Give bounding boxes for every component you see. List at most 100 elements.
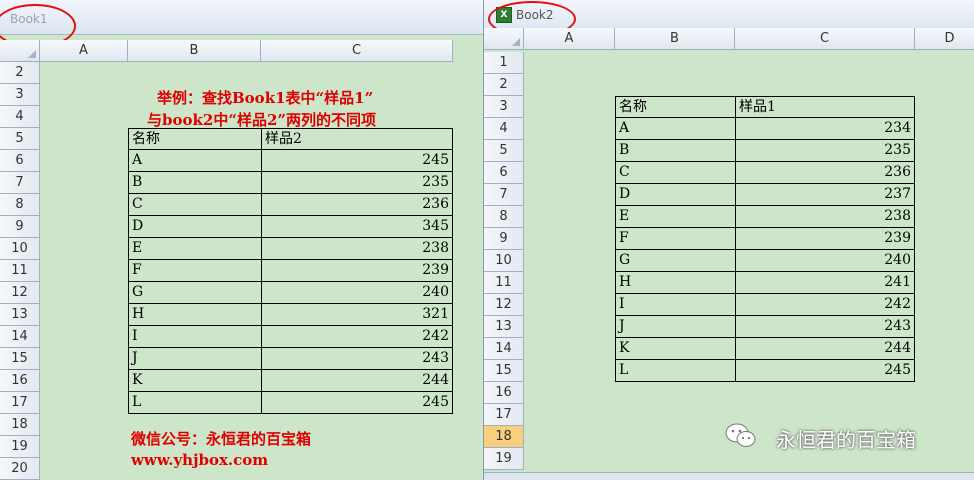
row-header-8[interactable]: 8 xyxy=(0,194,40,216)
column-header-d[interactable]: D xyxy=(915,28,974,50)
row-header-2[interactable]: 2 xyxy=(0,62,40,84)
table-cell-value[interactable]: 244 xyxy=(735,338,915,360)
table-cell-value[interactable]: 245 xyxy=(261,150,453,172)
table-cell-name[interactable]: C xyxy=(128,194,261,216)
select-all-corner[interactable] xyxy=(484,28,524,50)
table-cell-value[interactable]: 239 xyxy=(735,228,915,250)
column-header-a[interactable]: A xyxy=(524,28,615,50)
table-cell-name[interactable]: J xyxy=(128,348,261,370)
column-header-c[interactable]: C xyxy=(735,28,915,50)
row-header-11[interactable]: 11 xyxy=(484,272,524,294)
table-cell-name[interactable]: C xyxy=(615,162,735,184)
row-header-7[interactable]: 7 xyxy=(0,172,40,194)
row-header-1[interactable]: 1 xyxy=(484,52,524,74)
table-cell-value[interactable]: 238 xyxy=(735,206,915,228)
row-header-12[interactable]: 12 xyxy=(484,294,524,316)
row-header-11[interactable]: 11 xyxy=(0,260,40,282)
row-header-3[interactable]: 3 xyxy=(0,84,40,106)
sheet-tab-bar[interactable] xyxy=(484,472,974,480)
table-cell-value[interactable]: 242 xyxy=(261,326,453,348)
row-header-5[interactable]: 5 xyxy=(484,140,524,162)
table-header-value: 样品1 xyxy=(735,96,915,118)
row-header-6[interactable]: 6 xyxy=(0,150,40,172)
table-cell-value[interactable]: 235 xyxy=(735,140,915,162)
table-cell-name[interactable]: F xyxy=(128,260,261,282)
table-cell-value[interactable]: 243 xyxy=(261,348,453,370)
table-cell-name[interactable]: A xyxy=(615,118,735,140)
table-cell-name[interactable]: H xyxy=(615,272,735,294)
table-cell-name[interactable]: J xyxy=(615,316,735,338)
table-cell-name[interactable]: L xyxy=(128,392,261,414)
row-header-15[interactable]: 15 xyxy=(0,348,40,370)
row-header-8[interactable]: 8 xyxy=(484,206,524,228)
footer-website-link[interactable]: www.yhjbox.com xyxy=(131,451,268,469)
row-header-3[interactable]: 3 xyxy=(484,96,524,118)
row-header-10[interactable]: 10 xyxy=(0,238,40,260)
row-header-9[interactable]: 9 xyxy=(0,216,40,238)
row-header-13[interactable]: 13 xyxy=(0,304,40,326)
table-cell-name[interactable]: K xyxy=(615,338,735,360)
table-cell-value[interactable]: 241 xyxy=(735,272,915,294)
table-cell-value[interactable]: 321 xyxy=(261,304,453,326)
table-cell-value[interactable]: 243 xyxy=(735,316,915,338)
row-header-9[interactable]: 9 xyxy=(484,228,524,250)
row-header-19[interactable]: 19 xyxy=(484,448,524,470)
table-cell-value[interactable]: 234 xyxy=(735,118,915,140)
table-cell-value[interactable]: 236 xyxy=(261,194,453,216)
table-cell-value[interactable]: 236 xyxy=(735,162,915,184)
table-cell-name[interactable]: E xyxy=(128,238,261,260)
row-header-17[interactable]: 17 xyxy=(0,392,40,414)
table-cell-value[interactable]: 242 xyxy=(735,294,915,316)
table-cell-name[interactable]: B xyxy=(128,172,261,194)
table-cell-name[interactable]: F xyxy=(615,228,735,250)
wechat-icon xyxy=(725,423,756,447)
table-cell-value[interactable]: 240 xyxy=(735,250,915,272)
table-cell-name[interactable]: E xyxy=(615,206,735,228)
watermark-text: 永恒君的百宝箱 xyxy=(776,428,916,452)
row-header-7[interactable]: 7 xyxy=(484,184,524,206)
table-cell-name[interactable]: D xyxy=(128,216,261,238)
row-header-6[interactable]: 6 xyxy=(484,162,524,184)
row-header-18[interactable]: 18 xyxy=(0,414,40,436)
table-cell-value[interactable]: 237 xyxy=(735,184,915,206)
column-header-c[interactable]: C xyxy=(261,40,453,62)
row-header-18[interactable]: 18 xyxy=(484,426,524,448)
table-cell-value[interactable]: 235 xyxy=(261,172,453,194)
table-cell-name[interactable]: A xyxy=(128,150,261,172)
row-header-4[interactable]: 4 xyxy=(484,118,524,140)
column-header-b[interactable]: B xyxy=(128,40,261,62)
column-header-a[interactable]: A xyxy=(40,40,128,62)
table-cell-value[interactable]: 245 xyxy=(735,360,915,382)
row-header-14[interactable]: 14 xyxy=(484,338,524,360)
row-header-10[interactable]: 10 xyxy=(484,250,524,272)
table-cell-name[interactable]: H xyxy=(128,304,261,326)
row-header-20[interactable]: 20 xyxy=(0,458,40,480)
table-cell-name[interactable]: D xyxy=(615,184,735,206)
row-header-12[interactable]: 12 xyxy=(0,282,40,304)
table-cell-name[interactable]: G xyxy=(128,282,261,304)
table-cell-value[interactable]: 239 xyxy=(261,260,453,282)
table-cell-value[interactable]: 345 xyxy=(261,216,453,238)
row-header-4[interactable]: 4 xyxy=(0,106,40,128)
table-cell-value[interactable]: 240 xyxy=(261,282,453,304)
table-cell-name[interactable]: G xyxy=(615,250,735,272)
table-cell-value[interactable]: 238 xyxy=(261,238,453,260)
column-header-b[interactable]: B xyxy=(615,28,735,50)
row-header-15[interactable]: 15 xyxy=(484,360,524,382)
select-all-corner[interactable] xyxy=(0,40,40,62)
row-header-2[interactable]: 2 xyxy=(484,74,524,96)
row-header-16[interactable]: 16 xyxy=(484,382,524,404)
row-header-17[interactable]: 17 xyxy=(484,404,524,426)
table-cell-name[interactable]: B xyxy=(615,140,735,162)
table-cell-name[interactable]: I xyxy=(615,294,735,316)
table-cell-value[interactable]: 245 xyxy=(261,392,453,414)
row-header-16[interactable]: 16 xyxy=(0,370,40,392)
row-header-19[interactable]: 19 xyxy=(0,436,40,458)
row-header-13[interactable]: 13 xyxy=(484,316,524,338)
table-cell-name[interactable]: L xyxy=(615,360,735,382)
row-header-5[interactable]: 5 xyxy=(0,128,40,150)
table-cell-name[interactable]: I xyxy=(128,326,261,348)
table-cell-value[interactable]: 244 xyxy=(261,370,453,392)
row-header-14[interactable]: 14 xyxy=(0,326,40,348)
table-cell-name[interactable]: K xyxy=(128,370,261,392)
